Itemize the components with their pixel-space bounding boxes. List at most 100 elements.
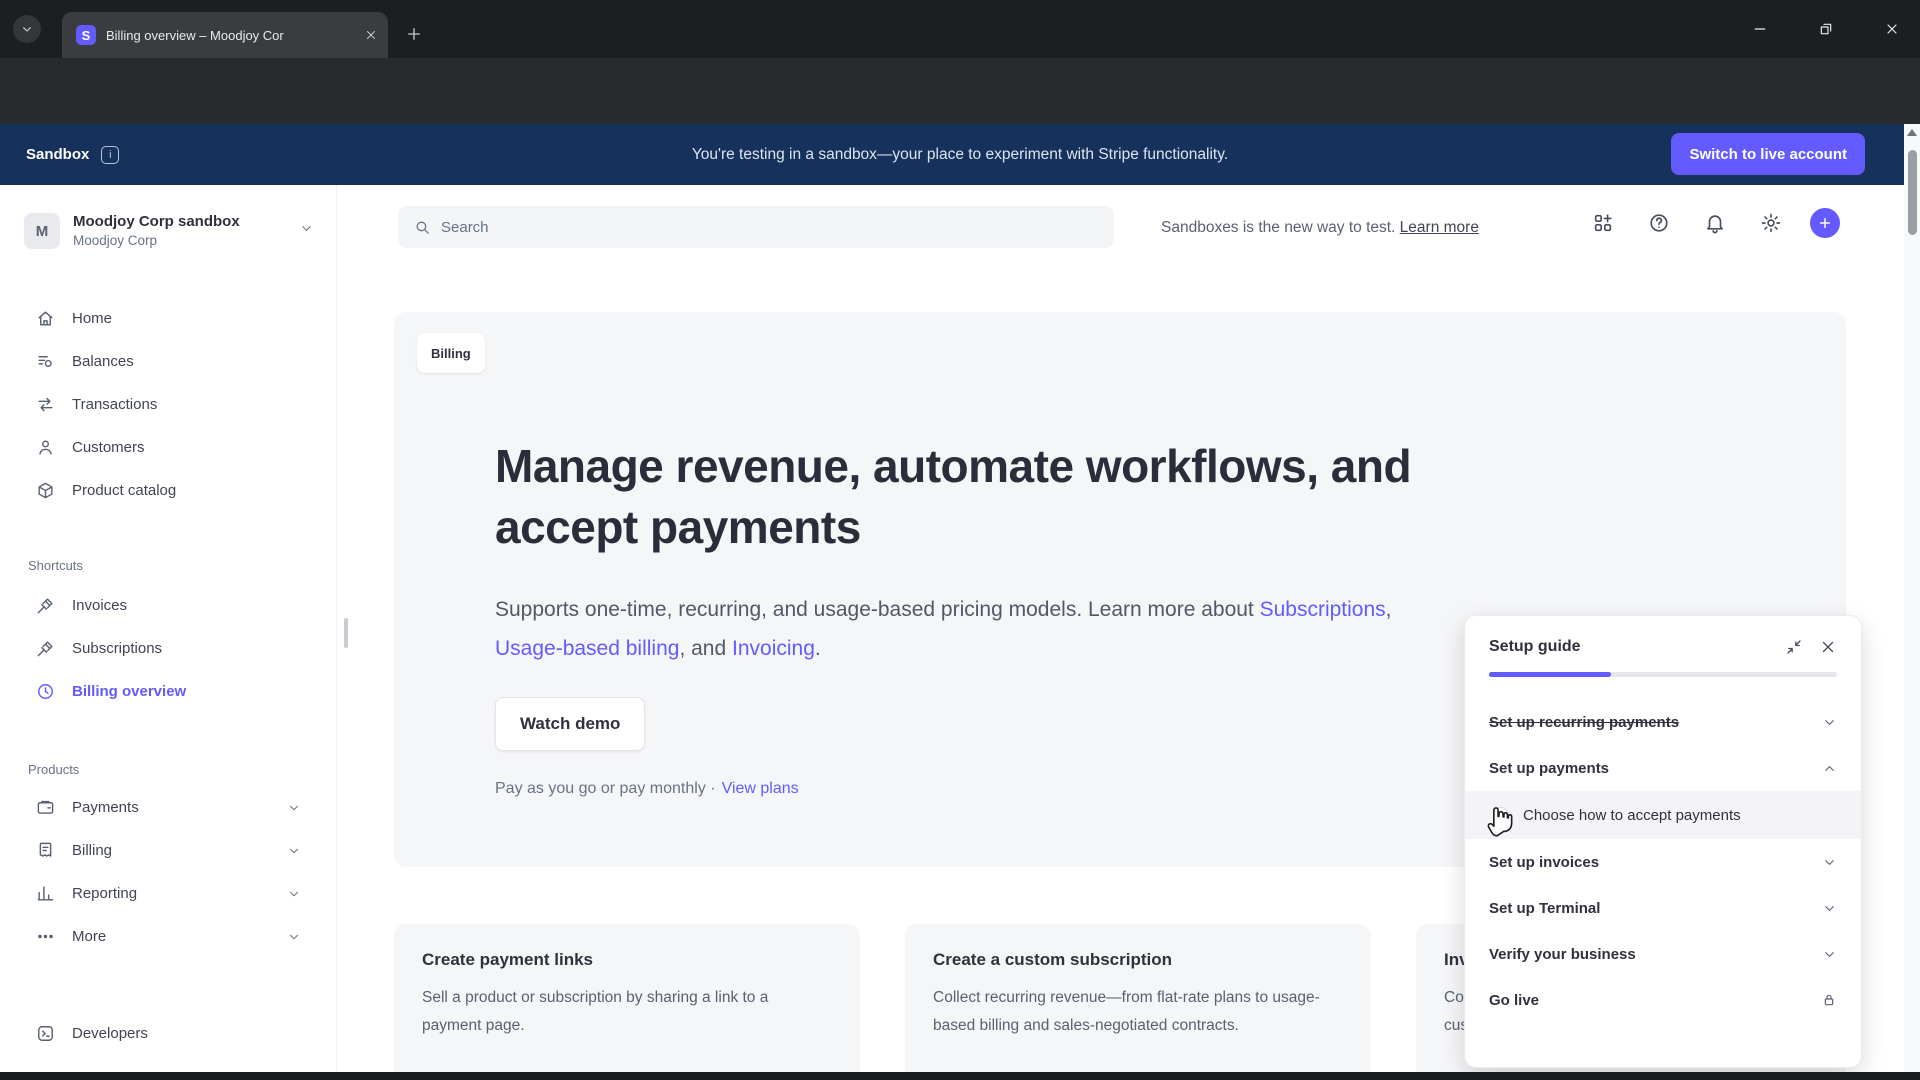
sidebar-section-products: Products — [28, 762, 79, 777]
stripe-favicon: S — [76, 25, 96, 45]
collapse-icon[interactable] — [1785, 638, 1803, 656]
sidebar-section-shortcuts: Shortcuts — [28, 558, 83, 573]
browser-tab[interactable]: S Billing overview – Moodjoy Cor — [62, 12, 388, 58]
sidebar-item-billing[interactable]: Billing — [0, 829, 337, 872]
setup-item-payments[interactable]: Set up payments — [1465, 745, 1861, 791]
setup-item-verify-business[interactable]: Verify your business — [1465, 931, 1861, 977]
setup-guide-panel: Setup guide Set up recurring payments Se… — [1464, 615, 1862, 1068]
setup-item-recurring-payments[interactable]: Set up recurring payments — [1465, 699, 1861, 745]
sidebar-item-label: Developers — [72, 1025, 148, 1042]
tab-title: Billing overview – Moodjoy Cor — [106, 28, 338, 43]
setup-item-go-live[interactable]: Go live — [1465, 977, 1861, 1023]
window-close-button[interactable] — [1869, 10, 1915, 48]
setup-item-invoices[interactable]: Set up invoices — [1465, 839, 1861, 885]
hero-description: Supports one-time, recurring, and usage-… — [495, 590, 1440, 668]
sidebar: M Moodjoy Corp sandbox Moodjoy Corp Home… — [0, 185, 337, 1080]
lock-icon — [1821, 992, 1837, 1008]
tab-search-button[interactable] — [13, 15, 41, 43]
card-description: Sell a product or subscription by sharin… — [422, 984, 832, 1040]
tab-close-icon[interactable] — [364, 28, 378, 42]
invoicing-link[interactable]: Invoicing — [732, 637, 815, 660]
search-placeholder: Search — [441, 219, 489, 236]
create-button[interactable] — [1810, 208, 1840, 238]
desc-text: Supports one-time, recurring, and usage-… — [495, 598, 1260, 621]
desc-text: , and — [679, 637, 732, 660]
chevron-down-icon — [287, 844, 301, 858]
sidebar-item-label: Home — [72, 310, 112, 327]
chevron-down-icon — [1822, 901, 1837, 916]
close-icon[interactable] — [1819, 638, 1837, 656]
sandboxes-notice: Sandboxes is the new way to test. Learn … — [1161, 219, 1561, 237]
sidebar-item-product-catalog[interactable]: Product catalog — [0, 469, 337, 512]
hand-cursor — [1483, 800, 1519, 838]
new-tab-button[interactable] — [398, 18, 430, 50]
sidebar-item-billing-overview[interactable]: Billing overview — [0, 670, 337, 713]
watch-demo-button[interactable]: Watch demo — [495, 697, 645, 751]
sidebar-item-invoices[interactable]: Invoices — [0, 584, 337, 627]
view-plans-link[interactable]: View plans — [722, 780, 799, 797]
scrollbar-up-arrow[interactable] — [1907, 129, 1917, 136]
info-icon[interactable]: i — [101, 146, 119, 164]
setup-item-label: Go live — [1489, 992, 1539, 1009]
card-create-custom-subscription[interactable]: Create a custom subscription Collect rec… — [905, 924, 1371, 1080]
wallet-icon — [36, 798, 55, 817]
sidebar-item-label: Customers — [72, 439, 145, 456]
sidebar-scrollbar-thumb[interactable] — [344, 618, 348, 648]
sidebar-item-transactions[interactable]: Transactions — [0, 383, 337, 426]
card-create-payment-links[interactable]: Create payment links Sell a product or s… — [394, 924, 860, 1080]
screen-bottom-edge — [0, 1072, 1920, 1080]
page-scrollbar[interactable] — [1904, 124, 1920, 1074]
learn-more-link[interactable]: Learn more — [1400, 219, 1479, 236]
account-switcher[interactable]: M Moodjoy Corp sandbox Moodjoy Corp — [24, 213, 314, 249]
avatar: M — [24, 213, 60, 249]
setup-item-label: Set up Terminal — [1489, 900, 1600, 917]
browser-tab-strip: S Billing overview – Moodjoy Cor — [0, 0, 1920, 58]
subscriptions-link[interactable]: Subscriptions — [1260, 598, 1386, 621]
window-restore-button[interactable] — [1803, 10, 1849, 48]
sidebar-item-label: Subscriptions — [72, 640, 162, 657]
account-org: Moodjoy Corp — [73, 233, 240, 248]
switch-to-live-button[interactable]: Switch to live account — [1671, 133, 1865, 175]
sandbox-message: You're testing in a sandbox—your place t… — [692, 146, 1228, 164]
pin-icon — [36, 639, 55, 658]
gear-icon[interactable] — [1760, 212, 1782, 234]
sidebar-item-label: Billing — [72, 842, 112, 859]
card-title: Create a custom subscription — [933, 950, 1343, 970]
sidebar-item-label: Invoices — [72, 597, 127, 614]
transactions-icon — [36, 395, 55, 414]
setup-item-label: Set up payments — [1489, 760, 1609, 777]
sidebar-item-balances[interactable]: Balances — [0, 340, 337, 383]
home-icon — [36, 309, 55, 328]
search-input[interactable]: Search — [398, 206, 1114, 248]
sidebar-item-label: Payments — [72, 799, 139, 816]
usage-based-billing-link[interactable]: Usage-based billing — [495, 637, 679, 660]
sidebar-item-more[interactable]: More — [0, 915, 337, 958]
pin-icon — [36, 596, 55, 615]
setup-guide-title: Setup guide — [1489, 638, 1581, 656]
apps-grid-icon[interactable] — [1592, 212, 1614, 234]
bar-chart-icon — [36, 884, 55, 903]
sidebar-item-payments[interactable]: Payments — [0, 786, 337, 829]
sidebar-item-developers[interactable]: Developers — [0, 1012, 337, 1055]
setup-substep-choose-how-to-accept-payments[interactable]: Choose how to accept payments — [1465, 791, 1861, 839]
chevron-up-icon — [1822, 761, 1837, 776]
chevron-down-icon — [1822, 947, 1837, 962]
sidebar-item-label: Balances — [72, 353, 134, 370]
chevron-down-icon — [287, 801, 301, 815]
sidebar-item-label: Billing overview — [72, 683, 186, 700]
setup-item-terminal[interactable]: Set up Terminal — [1465, 885, 1861, 931]
help-icon[interactable] — [1648, 212, 1670, 234]
sidebar-item-subscriptions[interactable]: Subscriptions — [0, 627, 337, 670]
sidebar-item-label: Transactions — [72, 396, 157, 413]
sidebar-item-home[interactable]: Home — [0, 297, 337, 340]
scrollbar-thumb[interactable] — [1908, 150, 1917, 235]
bell-icon[interactable] — [1704, 212, 1726, 234]
sidebar-item-reporting[interactable]: Reporting — [0, 872, 337, 915]
hero-title: Manage revenue, automate workflows, and … — [495, 436, 1495, 558]
window-minimize-button[interactable] — [1737, 10, 1783, 48]
product-catalog-icon — [36, 481, 55, 500]
chevron-down-icon — [287, 930, 301, 944]
search-icon — [414, 219, 431, 236]
sidebar-item-label: Reporting — [72, 885, 137, 902]
sidebar-item-customers[interactable]: Customers — [0, 426, 337, 469]
